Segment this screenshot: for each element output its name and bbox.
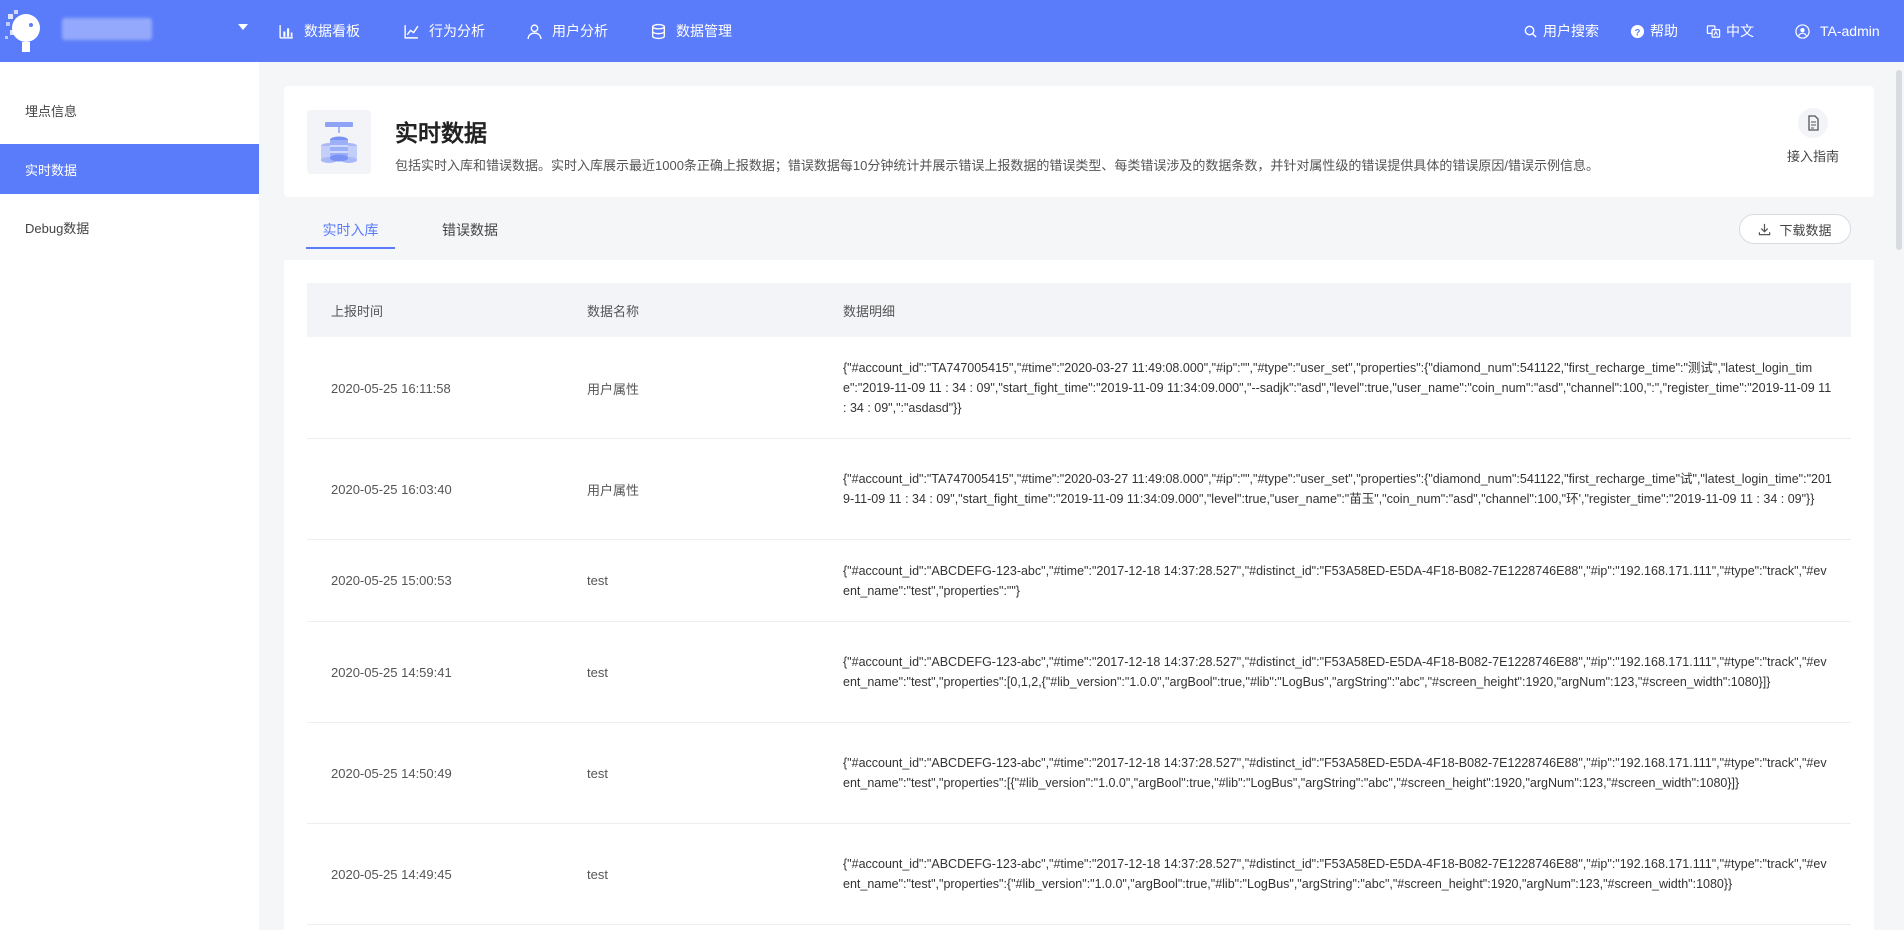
sidebar: 埋点信息 实时数据 Debug数据 (0, 62, 259, 930)
download-data-label: 下载数据 (1779, 222, 1832, 238)
page-title: 实时数据 (395, 120, 487, 146)
sidebar-item-label: Debug数据 (25, 220, 90, 236)
sidebar-item-label: 实时数据 (25, 162, 78, 178)
realtime-data-illustration-icon (307, 110, 371, 174)
nav-user-label: 用户分析 (552, 23, 608, 39)
data-detail-text: {"#account_id":"TA747005415","#time":"20… (843, 361, 1832, 415)
page-scrollbar[interactable] (1894, 62, 1902, 930)
cell-report-time: 2020-05-25 16:11:58 (331, 380, 451, 396)
nav-behavior-analysis[interactable]: 行为分析 (403, 0, 485, 62)
tab-label: 实时入库 (322, 222, 379, 238)
data-detail-text: {"#account_id":"TA747005415","#time":"20… (843, 472, 1832, 506)
download-icon (1759, 223, 1771, 235)
integration-guide-label: 接入指南 (1786, 149, 1839, 164)
top-navigation-bar: 数据看板 行为分析 用户分析 数据管理 用户搜索 ? 帮助 中文 TA-admi… (0, 0, 1904, 62)
data-detail-text: {"#account_id":"ABCDEFG-123-abc","#time"… (843, 563, 1827, 598)
help-icon: ? (1630, 24, 1645, 38)
data-table-card: 上报时间 数据名称 数据明细 2020-05-25 16:11:58 用户属性 … (284, 260, 1874, 930)
table-header: 上报时间 数据名称 数据明细 (307, 283, 1851, 337)
database-icon (651, 23, 666, 39)
language-label: 中文 (1726, 23, 1754, 39)
search-icon (1524, 25, 1537, 38)
brand-logo-icon[interactable] (4, 8, 42, 52)
cell-report-time: 2020-05-25 14:49:45 (331, 866, 452, 882)
page-description: 包括实时入库和错误数据。实时入库展示最近1000条正确上报数据；错误数据每10分… (395, 158, 1599, 173)
cell-data-name: 用户属性 (587, 482, 640, 498)
table-row[interactable]: 2020-05-25 16:03:40 用户属性 {"#account_id":… (307, 439, 1851, 540)
cell-data-detail: {"#account_id":"ABCDEFG-123-abc","#time"… (843, 723, 1833, 823)
cell-report-time: 2020-05-25 16:03:40 (331, 481, 452, 497)
cell-report-time: 2020-05-25 14:50:49 (331, 765, 452, 781)
integration-guide-button[interactable]: 接入指南 (1768, 108, 1858, 165)
sidebar-item-realtime-data[interactable]: 实时数据 (0, 144, 259, 194)
sidebar-item-label: 埋点信息 (25, 103, 78, 119)
table-row[interactable]: 2020-05-25 14:49:45 test {"#account_id":… (307, 824, 1851, 925)
cell-data-detail: {"#account_id":"TA747005415","#time":"20… (843, 439, 1833, 539)
table-row[interactable]: 2020-05-25 14:59:41 test {"#account_id":… (307, 622, 1851, 723)
page-header-card: 实时数据 包括实时入库和错误数据。实时入库展示最近1000条正确上报数据；错误数… (284, 86, 1874, 197)
table-row[interactable]: 2020-05-25 14:50:49 test {"#account_id":… (307, 723, 1851, 824)
trend-line-icon (404, 24, 419, 39)
nav-user-analysis[interactable]: 用户分析 (526, 0, 608, 62)
cell-data-detail: {"#account_id":"ABCDEFG-123-abc","#time"… (843, 540, 1833, 621)
svg-text:?: ? (1635, 27, 1641, 37)
download-data-button[interactable]: 下载数据 (1739, 214, 1851, 244)
language-switch[interactable]: 中文 (1706, 0, 1754, 62)
cell-data-detail: {"#account_id":"ABCDEFG-123-abc","#time"… (843, 622, 1833, 722)
cell-data-detail: {"#account_id":"TA747005415","#time":"20… (843, 338, 1833, 438)
bar-chart-icon (279, 24, 293, 39)
cell-data-name: 用户属性 (587, 381, 640, 397)
column-header-data-name: 数据名称 (587, 303, 640, 319)
tab-error-data[interactable]: 错误数据 (425, 211, 515, 249)
user-search-link[interactable]: 用户搜索 (1523, 0, 1599, 62)
cell-data-detail: {"#account_id":"ABCDEFG-123-abc","#time"… (843, 824, 1833, 924)
column-header-report-time: 上报时间 (331, 303, 384, 319)
cell-data-name: test (587, 573, 608, 588)
help-label: 帮助 (1650, 23, 1678, 39)
cell-data-name: test (587, 866, 608, 882)
cell-data-name: test (587, 664, 608, 680)
project-name-redacted[interactable] (62, 18, 152, 40)
table-row[interactable]: 2020-05-25 16:11:58 用户属性 {"#account_id":… (307, 338, 1851, 439)
avatar-icon (1795, 23, 1810, 39)
account-menu[interactable]: TA-admin (1795, 0, 1880, 62)
document-icon (1798, 108, 1828, 138)
sidebar-item-tracking-info[interactable]: 埋点信息 (0, 85, 259, 135)
data-detail-text: {"#account_id":"ABCDEFG-123-abc","#time"… (843, 756, 1827, 790)
sidebar-item-debug-data[interactable]: Debug数据 (0, 202, 259, 252)
nav-dashboard[interactable]: 数据看板 (278, 0, 360, 62)
nav-behavior-label: 行为分析 (429, 23, 485, 39)
data-detail-text: {"#account_id":"ABCDEFG-123-abc","#time"… (843, 857, 1827, 891)
column-header-data-detail: 数据明细 (843, 303, 896, 319)
tab-realtime-ingest[interactable]: 实时入库 (306, 211, 395, 249)
nav-dashboard-label: 数据看板 (304, 23, 360, 39)
data-detail-text: {"#account_id":"ABCDEFG-123-abc","#time"… (843, 655, 1827, 689)
cell-data-name: test (587, 765, 608, 781)
cell-report-time: 2020-05-25 14:59:41 (331, 664, 452, 680)
scrollbar-thumb[interactable] (1896, 70, 1902, 250)
translate-icon (1706, 24, 1721, 38)
cell-report-time: 2020-05-25 15:00:53 (331, 573, 452, 588)
project-dropdown-caret-icon[interactable] (238, 24, 248, 30)
nav-data-label: 数据管理 (676, 23, 732, 39)
tab-label: 错误数据 (442, 222, 498, 238)
table-row[interactable]: 2020-05-25 15:00:53 test {"#account_id":… (307, 540, 1851, 622)
account-name: TA-admin (1820, 23, 1880, 39)
user-search-label: 用户搜索 (1543, 23, 1599, 39)
user-icon (527, 23, 542, 39)
help-link[interactable]: ? 帮助 (1630, 0, 1678, 62)
nav-data-management[interactable]: 数据管理 (650, 0, 732, 62)
